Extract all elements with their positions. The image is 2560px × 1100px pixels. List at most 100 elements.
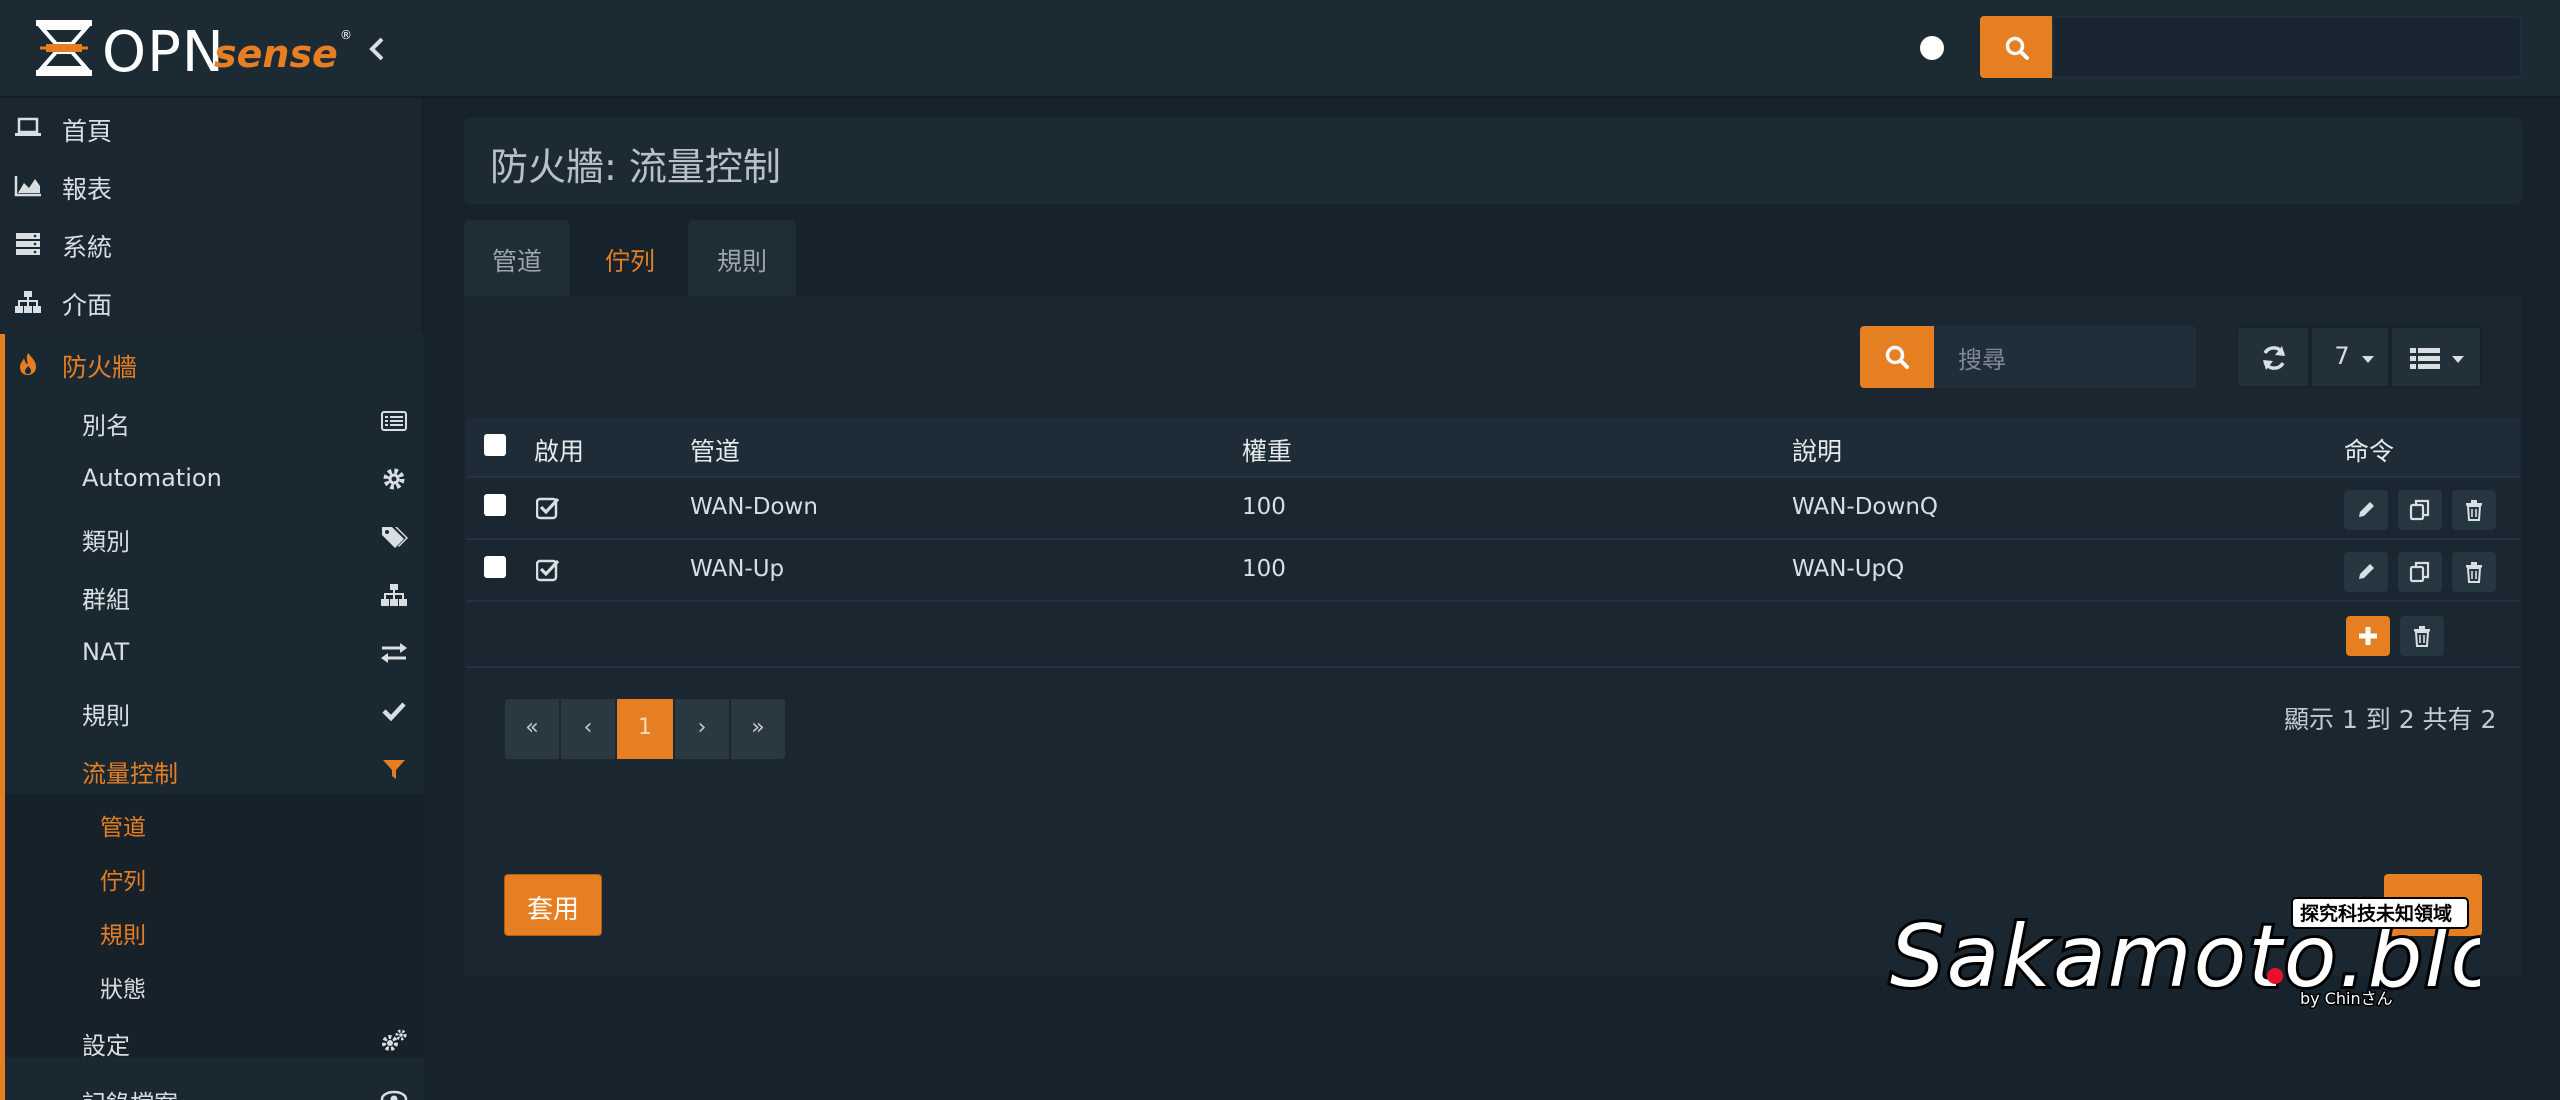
top-search-button[interactable] bbox=[1980, 16, 2052, 78]
sidebar-item-label: 群組 bbox=[82, 586, 130, 614]
grid-footer-row bbox=[466, 602, 2520, 668]
clone-button[interactable] bbox=[2398, 490, 2442, 530]
trash-icon bbox=[2466, 500, 2482, 521]
sidebar-item-shaper-queues[interactable]: 佇列 bbox=[0, 850, 424, 904]
trash-icon bbox=[2414, 626, 2430, 647]
watermark-by: by Chinさん bbox=[2300, 989, 2393, 1008]
edit-button[interactable] bbox=[2344, 552, 2388, 592]
cell-pipe: WAN-Up bbox=[690, 556, 785, 582]
copy-icon bbox=[2409, 499, 2430, 521]
sidebar-item-label: Automation bbox=[82, 464, 222, 492]
delete-button[interactable] bbox=[2452, 490, 2496, 530]
sidebar-item-shaper-pipes[interactable]: 管道 bbox=[0, 796, 424, 850]
status-indicator[interactable] bbox=[1920, 36, 1944, 60]
sitemap-icon bbox=[381, 584, 407, 606]
check-square-icon[interactable] bbox=[536, 558, 562, 582]
edit-button[interactable] bbox=[2344, 490, 2388, 530]
watermark-tagline: 探究科技未知領域 bbox=[2300, 902, 2452, 925]
tab-rules[interactable]: 規則 bbox=[688, 220, 796, 296]
sidebar-item-shaper-status[interactable]: 狀態 bbox=[0, 958, 424, 1012]
grid-search-input[interactable]: 搜尋 bbox=[1934, 326, 2196, 388]
opnsense-logo[interactable]: OPN sense ® bbox=[34, 18, 352, 85]
sidebar-item-label: 規則 bbox=[100, 923, 146, 949]
sidebar-item-lobby[interactable]: 首頁 bbox=[0, 98, 424, 156]
sidebar-item-label: 首頁 bbox=[62, 117, 113, 146]
server-icon bbox=[16, 233, 40, 255]
sidebar-item-automation[interactable]: Automation bbox=[0, 450, 424, 508]
pencil-icon bbox=[2359, 564, 2374, 579]
sitemap-icon bbox=[15, 291, 41, 313]
top-search-input[interactable] bbox=[2052, 16, 2522, 78]
sidebar-item-label: 系統 bbox=[62, 233, 113, 262]
sidebar-item-firewall[interactable]: 防火牆 bbox=[0, 334, 424, 392]
pager-last[interactable]: » bbox=[730, 698, 786, 760]
page-title: 防火牆: 流量控制 bbox=[490, 145, 781, 189]
sidebar-item-aliases[interactable]: 別名 bbox=[0, 392, 424, 450]
pager-label: › bbox=[697, 715, 707, 740]
sidebar-item-settings[interactable]: 設定 bbox=[0, 1012, 424, 1070]
sidebar-item-interfaces[interactable]: 介面 bbox=[0, 272, 424, 330]
exchange-icon bbox=[381, 643, 407, 663]
refresh-button[interactable] bbox=[2236, 326, 2310, 388]
refresh-icon bbox=[2263, 346, 2285, 370]
clone-button[interactable] bbox=[2398, 552, 2442, 592]
sidebar-item-label: 規則 bbox=[82, 702, 130, 730]
apply-button-label: 套用 bbox=[526, 895, 579, 925]
caret-down-icon bbox=[2452, 356, 2464, 363]
laptop-icon bbox=[15, 117, 41, 136]
sidebar-item-shaper[interactable]: 流量控制 bbox=[0, 740, 424, 798]
column-header-pipe[interactable]: 管道 bbox=[690, 432, 740, 468]
columns-dropdown[interactable] bbox=[2390, 326, 2482, 388]
logo-registered-mark: ® bbox=[340, 28, 352, 42]
apply-button[interactable]: 套用 bbox=[504, 874, 602, 936]
sidebar-item-shaper-rules[interactable]: 規則 bbox=[0, 904, 424, 958]
tab-label: 管道 bbox=[491, 247, 542, 276]
page-size-dropdown[interactable]: 7 bbox=[2310, 326, 2390, 388]
grid-info: 顯示 1 到 2 共有 2 bbox=[2284, 705, 2497, 734]
pager-label: 1 bbox=[638, 715, 652, 740]
tab-pipes[interactable]: 管道 bbox=[464, 220, 570, 296]
sidebar-item-label: 介面 bbox=[62, 291, 113, 320]
pager-page-1[interactable]: 1 bbox=[616, 698, 674, 760]
delete-selected-button[interactable] bbox=[2400, 616, 2444, 656]
row-select-checkbox[interactable] bbox=[484, 556, 506, 578]
pager-first[interactable]: « bbox=[504, 698, 560, 760]
eye-icon bbox=[380, 1090, 408, 1100]
cell-pipe: WAN-Down bbox=[690, 494, 818, 520]
sidebar-item-categories[interactable]: 類別 bbox=[0, 508, 424, 566]
pager-next[interactable]: › bbox=[674, 698, 730, 760]
tab-queues[interactable]: 佇列 bbox=[576, 220, 684, 296]
check-square-icon[interactable] bbox=[536, 496, 562, 520]
pager-label: « bbox=[525, 715, 539, 740]
sidebar-item-system[interactable]: 系統 bbox=[0, 214, 424, 272]
sidebar-item-label: 狀態 bbox=[100, 977, 146, 1003]
logo-opn-text: OPN bbox=[102, 20, 225, 85]
table-row: WAN-Up 100 WAN-UpQ bbox=[466, 540, 2520, 602]
plus-icon bbox=[2359, 627, 2377, 645]
tags-icon bbox=[382, 527, 408, 548]
sidebar-item-log-files[interactable]: 記錄檔案 bbox=[0, 1070, 424, 1100]
add-button[interactable] bbox=[2346, 616, 2390, 656]
grid-search-button[interactable] bbox=[1860, 326, 1934, 388]
sidebar-item-rules[interactable]: 規則 bbox=[0, 682, 424, 740]
pager-label: ‹ bbox=[583, 715, 593, 740]
area-chart-icon bbox=[14, 176, 41, 197]
chevron-left-icon[interactable] bbox=[362, 34, 392, 64]
copy-icon bbox=[2409, 561, 2430, 583]
sidebar-item-label: 防火牆 bbox=[62, 353, 138, 382]
sidebar-item-nat[interactable]: NAT bbox=[0, 624, 424, 682]
row-select-checkbox[interactable] bbox=[484, 494, 506, 516]
select-all-checkbox[interactable] bbox=[484, 434, 506, 456]
sidebar-item-label: 記錄檔案 bbox=[82, 1084, 178, 1100]
sidebar-item-label: 管道 bbox=[100, 815, 146, 841]
pager-prev[interactable]: ‹ bbox=[560, 698, 616, 760]
delete-button[interactable] bbox=[2452, 552, 2496, 592]
sidebar-item-reporting[interactable]: 報表 bbox=[0, 156, 424, 214]
search-icon bbox=[2005, 36, 2029, 60]
pencil-icon bbox=[2359, 502, 2374, 517]
column-header-enabled[interactable]: 啟用 bbox=[534, 432, 584, 468]
column-header-description[interactable]: 說明 bbox=[1792, 432, 1842, 468]
column-header-weight[interactable]: 權重 bbox=[1242, 432, 1292, 468]
sidebar-item-label: NAT bbox=[82, 638, 130, 666]
sidebar-item-groups[interactable]: 群組 bbox=[0, 566, 424, 624]
